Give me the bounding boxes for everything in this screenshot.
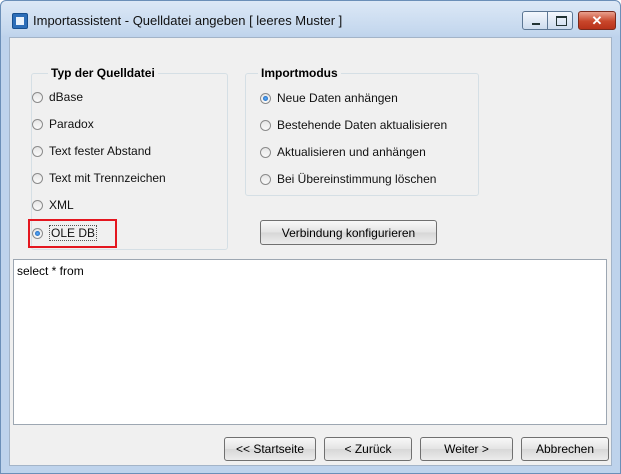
radio-paradox-label: Paradox [49,117,94,131]
close-icon: ✕ [591,13,603,28]
start-page-button[interactable]: << Startseite [224,437,316,461]
minimize-button[interactable] [522,11,548,30]
radio-text-delimited-label: Text mit Trennzeichen [49,171,166,185]
title-bar[interactable]: Importassistent - Quelldatei angeben [ l… [1,1,620,37]
sql-query-input[interactable]: select * from [13,259,607,425]
radio-update-and-append-label: Aktualisieren und anhängen [277,145,426,159]
radio-append-new-label: Neue Daten anhängen [277,91,398,105]
radio-paradox-indicator[interactable] [32,118,43,130]
radio-update-existing-indicator[interactable] [260,119,271,131]
app-icon [12,13,28,29]
maximize-button[interactable] [547,11,573,30]
radio-append-new[interactable]: Neue Daten anhängen [260,89,398,107]
radio-xml[interactable]: XML [32,196,74,214]
radio-text-fixed-indicator[interactable] [32,145,43,157]
ole-db-highlight [28,219,117,248]
radio-delete-on-match-label: Bei Übereinstimmung löschen [277,172,437,186]
maximize-icon [556,16,567,26]
radio-text-delimited-indicator[interactable] [32,172,43,184]
radio-update-existing-label: Bestehende Daten aktualisieren [277,118,448,132]
source-type-group-title: Typ der Quelldatei [48,66,158,80]
radio-delete-on-match[interactable]: Bei Übereinstimmung löschen [260,170,436,188]
import-wizard-window: Importassistent - Quelldatei angeben [ l… [0,0,621,474]
radio-text-fixed-label: Text fester Abstand [49,144,152,158]
radio-text-fixed[interactable]: Text fester Abstand [32,142,151,160]
configure-connection-button[interactable]: Verbindung konfigurieren [260,220,437,245]
radio-dbase-indicator[interactable] [32,91,43,103]
back-button[interactable]: < Zurück [324,437,412,461]
radio-update-and-append-indicator[interactable] [260,146,271,158]
cancel-button[interactable]: Abbrechen [521,437,609,461]
radio-update-existing[interactable]: Bestehende Daten aktualisieren [260,116,447,134]
radio-xml-label: XML [49,198,74,212]
import-mode-group-title: Importmodus [258,66,341,80]
radio-update-and-append[interactable]: Aktualisieren und anhängen [260,143,426,161]
radio-dbase[interactable]: dBase [32,88,83,106]
dialog-client-area: Typ der Quelldatei dBase Paradox Text fe… [9,37,612,466]
radio-dbase-label: dBase [49,90,84,104]
radio-append-new-indicator[interactable] [260,92,271,104]
radio-delete-on-match-indicator[interactable] [260,173,271,185]
minimize-icon [532,23,540,25]
next-button[interactable]: Weiter > [420,437,513,461]
close-button[interactable]: ✕ [578,11,616,30]
radio-text-delimited[interactable]: Text mit Trennzeichen [32,169,166,187]
radio-xml-indicator[interactable] [32,199,43,211]
radio-paradox[interactable]: Paradox [32,115,94,133]
window-title: Importassistent - Quelldatei angeben [ l… [33,13,343,28]
